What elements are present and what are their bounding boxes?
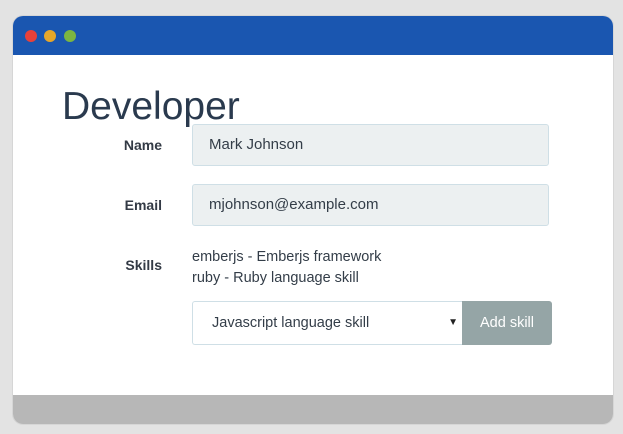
add-skill-button[interactable]: Add skill bbox=[462, 301, 552, 345]
email-label: Email bbox=[124, 197, 162, 213]
skills-label: Skills bbox=[125, 257, 162, 273]
footer-bar bbox=[13, 395, 613, 424]
skill-select-value: Javascript language skill bbox=[212, 315, 370, 331]
minimize-window-icon[interactable] bbox=[44, 30, 56, 42]
email-field[interactable]: mjohnson@example.com bbox=[192, 184, 549, 226]
title-bar bbox=[13, 16, 613, 55]
browser-window: Developer Name Mark Johnson Email mjohns… bbox=[13, 16, 613, 424]
skill-select[interactable]: Javascript language skill ▼ bbox=[192, 301, 462, 345]
skill-item: emberjs - Emberjs framework bbox=[192, 249, 382, 265]
name-field[interactable]: Mark Johnson bbox=[192, 124, 549, 166]
page-title: Developer bbox=[62, 85, 240, 128]
name-label: Name bbox=[123, 137, 162, 153]
page-content: Developer Name Mark Johnson Email mjohns… bbox=[13, 55, 613, 395]
maximize-window-icon[interactable] bbox=[64, 30, 76, 42]
skills-list: emberjs - Emberjs framework ruby - Ruby … bbox=[192, 247, 381, 289]
skill-item: ruby - Ruby language skill bbox=[192, 270, 359, 286]
close-window-icon[interactable] bbox=[25, 30, 37, 42]
dropdown-arrow-icon: ▼ bbox=[448, 317, 458, 328]
